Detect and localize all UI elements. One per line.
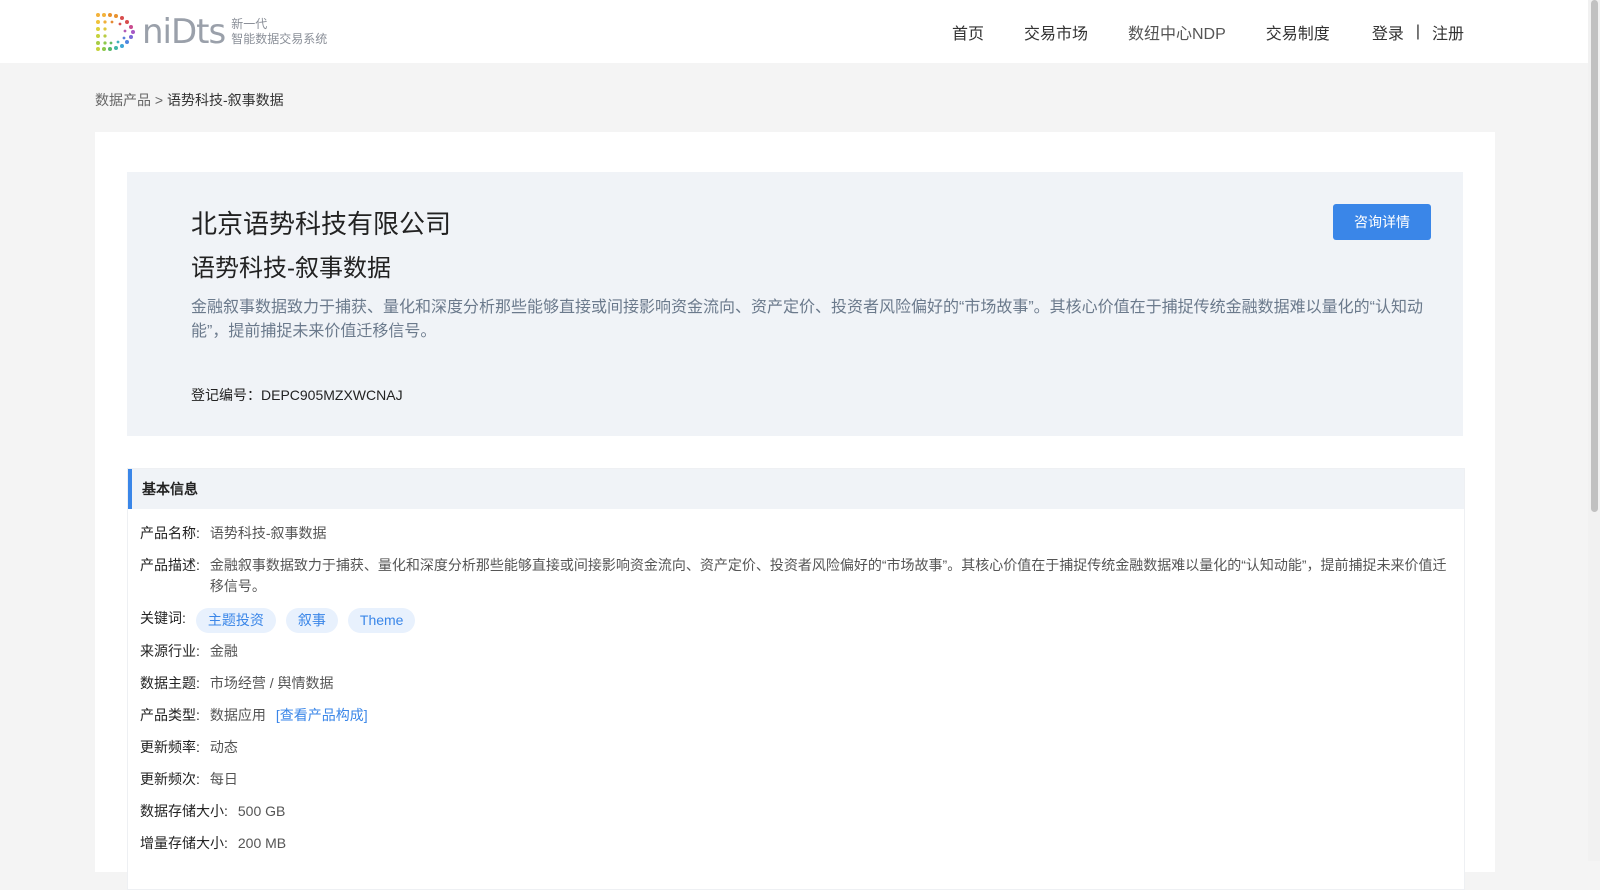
auth-separator: |	[1415, 23, 1420, 40]
field-update-rate: 更新频率: 动态	[140, 737, 1464, 758]
keyword-tag[interactable]: 主题投资	[195, 608, 276, 633]
registration-label: 登记编号：	[191, 387, 261, 403]
auth-links: 登录 | 注册	[1372, 20, 1464, 44]
breadcrumb-current: 语势科技-叙事数据	[166, 92, 284, 108]
nav-ndp[interactable]: 数纽中心NDP	[1128, 20, 1226, 44]
company-name: 北京语势科技有限公司	[191, 209, 452, 239]
keyword-tag[interactable]: 叙事	[285, 608, 338, 633]
basic-info-section: 基本信息 产品名称: 语势科技-叙事数据 产品描述: 金融叙事数据致力于捕获、量…	[127, 468, 1465, 890]
logo-subtitle-line1: 新一代	[231, 17, 268, 31]
field-value: 动态	[209, 739, 238, 755]
login-link[interactable]: 登录	[1372, 20, 1404, 44]
breadcrumb: 数据产品 > 语势科技-叙事数据	[95, 90, 284, 110]
registration-number: 登记编号：DEPC905MZXWCNAJ	[191, 385, 403, 405]
field-industry: 来源行业: 金融	[140, 641, 1464, 662]
field-value: 200 MB	[237, 835, 287, 851]
registration-value: DEPC905MZXWCNAJ	[261, 387, 403, 403]
field-value: 每日	[209, 771, 238, 787]
logo-subtitle-line2: 智能数据交易系统	[231, 32, 328, 46]
field-label: 产品名称:	[140, 525, 200, 541]
site-logo[interactable]: niDts 新一代 智能数据交易系统	[94, 10, 327, 54]
field-label: 数据主题:	[140, 675, 200, 691]
product-title: 语势科技-叙事数据	[191, 255, 391, 282]
nav-home[interactable]: 首页	[952, 20, 984, 44]
field-label: 产品描述:	[140, 557, 200, 573]
field-value: 数据应用	[209, 707, 266, 723]
field-value: 语势科技-叙事数据	[209, 525, 327, 541]
breadcrumb-separator: >	[151, 92, 167, 108]
field-storage-size: 数据存储大小: 500 GB	[140, 801, 1464, 822]
breadcrumb-parent-link[interactable]: 数据产品	[95, 92, 151, 108]
field-keywords: 关键词: 主题投资 叙事 Theme	[140, 608, 1464, 633]
field-label: 来源行业:	[140, 643, 200, 659]
product-detail-card: 北京语势科技有限公司 语势科技-叙事数据 金融叙事数据致力于捕获、量化和深度分析…	[95, 132, 1495, 890]
product-hero: 北京语势科技有限公司 语势科技-叙事数据 金融叙事数据致力于捕获、量化和深度分析…	[127, 172, 1463, 436]
field-label: 产品类型:	[140, 707, 200, 723]
field-product-name: 产品名称: 语势科技-叙事数据	[140, 523, 1464, 544]
product-summary: 金融叙事数据致力于捕获、量化和深度分析那些能够直接或间接影响资金流向、资产定价、…	[191, 299, 1423, 340]
field-value: 金融叙事数据致力于捕获、量化和深度分析那些能够直接或间接影响资金流向、资产定价、…	[209, 557, 1447, 594]
field-label: 增量存储大小:	[140, 835, 228, 851]
main-nav: 首页 交易市场 数纽中心NDP 交易制度 登录 | 注册	[912, 20, 1464, 44]
field-label: 更新频率:	[140, 739, 200, 755]
basic-info-heading: 基本信息	[128, 469, 1464, 509]
logo-wordmark: niDts	[142, 12, 226, 52]
keyword-tag[interactable]: Theme	[347, 608, 416, 633]
field-value: 金融	[209, 643, 238, 659]
field-label: 更新频次:	[140, 771, 200, 787]
field-product-type: 产品类型: 数据应用 [查看产品构成]	[140, 705, 1464, 726]
field-update-frequency: 更新频次: 每日	[140, 769, 1464, 790]
top-navbar: niDts 新一代 智能数据交易系统 首页 交易市场 数纽中心NDP 交易制度 …	[0, 0, 1588, 63]
logo-subtitle: 新一代 智能数据交易系统	[231, 17, 327, 47]
field-data-theme: 数据主题: 市场经营 / 舆情数据	[140, 673, 1464, 694]
page-scrollbar[interactable]	[1588, 0, 1600, 861]
field-value: 市场经营 / 舆情数据	[209, 675, 334, 691]
logo-d-mark-icon	[96, 13, 135, 51]
field-product-description: 产品描述: 金融叙事数据致力于捕获、量化和深度分析那些能够直接或间接影响资金流向…	[140, 555, 1464, 597]
nav-rules[interactable]: 交易制度	[1266, 20, 1330, 44]
keyword-tags: 主题投资 叙事 Theme	[195, 608, 426, 633]
view-composition-link[interactable]: [查看产品构成]	[276, 705, 368, 726]
field-label: 关键词:	[140, 610, 186, 626]
basic-info-fields: 产品名称: 语势科技-叙事数据 产品描述: 金融叙事数据致力于捕获、量化和深度分…	[128, 509, 1464, 854]
nav-market[interactable]: 交易市场	[1024, 20, 1088, 44]
consult-details-button[interactable]: 咨询详情	[1333, 204, 1431, 240]
field-label: 数据存储大小:	[140, 803, 228, 819]
register-link[interactable]: 注册	[1432, 20, 1464, 44]
scrollbar-thumb[interactable]	[1591, 0, 1598, 512]
field-value: 500 GB	[237, 803, 286, 819]
field-incremental-size: 增量存储大小: 200 MB	[140, 833, 1464, 854]
